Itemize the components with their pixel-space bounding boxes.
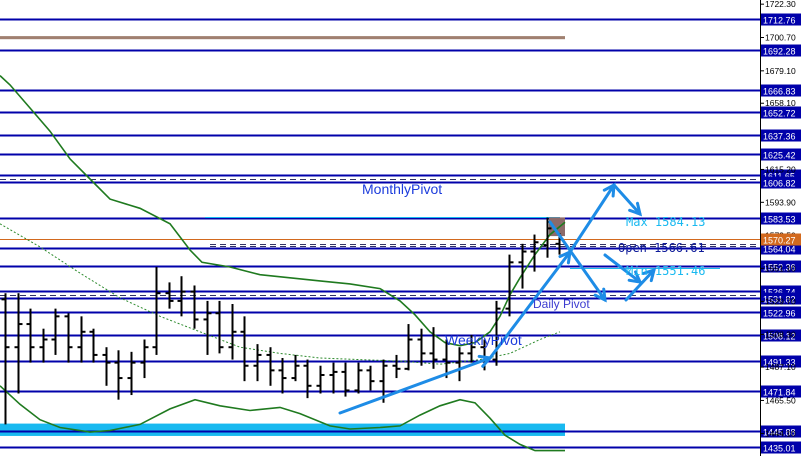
level-tag-label-18: 1435.01 <box>763 444 796 454</box>
axis-tick-label-9: 1508.30 <box>765 329 796 339</box>
level-tag-label-1: 1692.28 <box>763 47 796 57</box>
axis-tick-label-10: 1487.10 <box>765 362 796 372</box>
axis-tick-label-1: 1700.70 <box>765 32 796 42</box>
axis-tick-label-0: 1722.30 <box>765 0 796 9</box>
level-tag-label-8: 1583.53 <box>763 215 796 225</box>
level-tag-label-4: 1637.36 <box>763 132 796 142</box>
level-tag-label-13: 1522.96 <box>763 309 796 319</box>
level-tag-label-9: 1564.04 <box>763 245 796 255</box>
open-label: Open 1566.61 <box>618 241 705 255</box>
axis-tick-label-8: 1529.70 <box>765 296 796 306</box>
min-label: Min 1551.46 <box>626 264 705 278</box>
price-chart: MonthlyPivot WeeklyPivot Daily Pivot Max… <box>0 0 801 456</box>
level-tag-label-7: 1606.82 <box>763 179 796 189</box>
max-label: Max 1584.13 <box>626 215 705 229</box>
level-tag-label-2: 1666.83 <box>763 87 796 97</box>
weekly-pivot-label: WeeklyPivot <box>445 332 522 348</box>
axis-tick-label-2: 1679.10 <box>765 66 796 76</box>
zone-band-0 <box>0 36 565 40</box>
axis-tick-label-4: 1615.20 <box>765 164 796 174</box>
axis-tick-label-7: 1551.10 <box>765 263 796 273</box>
zone-band-1 <box>0 423 565 436</box>
daily-pivot-label: Daily Pivot <box>533 297 590 311</box>
level-tag-label-3: 1652.72 <box>763 109 796 119</box>
level-tag-label-5: 1625.42 <box>763 151 796 161</box>
axis-tick-label-3: 1658.10 <box>765 98 796 108</box>
axis-tick-label-5: 1593.90 <box>765 197 796 207</box>
level-tag-label-0: 1712.76 <box>763 16 796 26</box>
current-price-tag-label: 1570.27 <box>763 236 796 246</box>
axis-tick-label-12: 1444.10 <box>765 428 796 438</box>
monthly-pivot-label: MonthlyPivot <box>362 181 442 197</box>
axis-tick-label-11: 1465.50 <box>765 395 796 405</box>
